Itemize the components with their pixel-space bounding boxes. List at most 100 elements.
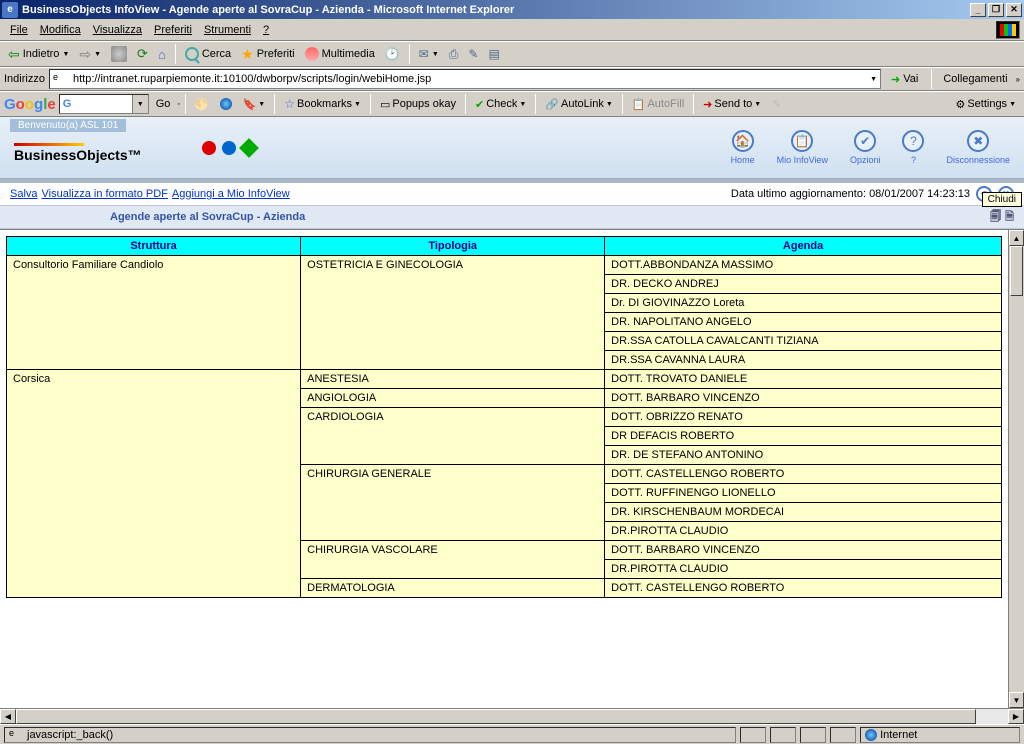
minimize-button[interactable]: _: [970, 3, 986, 17]
scroll-thumb[interactable]: [1010, 246, 1023, 296]
google-autofill-button[interactable]: 📋 AutoFill: [628, 96, 688, 113]
security-zone: Internet: [860, 727, 1020, 743]
nav-help[interactable]: ??: [902, 130, 924, 165]
action-links-row: Salva Visualizza in formato PDF Aggiungi…: [0, 183, 1024, 205]
address-dropdown[interactable]: ▼: [870, 76, 877, 83]
table-cell: Dr. DI GIOVINAZZO Loreta: [605, 294, 1002, 313]
forward-button[interactable]: ⇨ ▼: [75, 44, 105, 65]
table-row: Consultorio Familiare CandioloOSTETRICIA…: [7, 256, 1002, 275]
table-cell: OSTETRICIA E GINECOLOGIA: [301, 256, 605, 370]
toolbar-separator: [175, 44, 176, 64]
close-button[interactable]: ✕: [1006, 3, 1022, 17]
scroll-up-button[interactable]: ▲: [1009, 230, 1024, 246]
edit-button[interactable]: ✎: [464, 45, 482, 63]
mail-button[interactable]: ✉▼: [415, 45, 443, 63]
export-icon[interactable]: 🗐: [990, 208, 1001, 227]
google-check-button[interactable]: ✔ Check ▼: [471, 96, 530, 113]
link-salva[interactable]: Salva: [10, 188, 38, 200]
link-add-infoview[interactable]: Aggiungi a Mio InfoView: [172, 188, 290, 200]
google-toolbar: Google G▼ Go▫ 🌕 🔖▼ ☆Bookmarks▼ ▭ Popups …: [0, 91, 1024, 117]
column-header: Agenda: [605, 237, 1002, 256]
vertical-scrollbar[interactable]: ▲ ▼: [1008, 230, 1024, 708]
page-setup-icon[interactable]: 🗎: [1005, 208, 1014, 227]
google-bookmarks-button[interactable]: ☆Bookmarks▼: [280, 95, 365, 113]
nav-home[interactable]: 🏠Home: [731, 130, 755, 165]
google-send-button[interactable]: ➜ Send to▼: [699, 96, 765, 113]
home-button[interactable]: ⌂: [154, 45, 170, 64]
nav-disconnect[interactable]: ✖Disconnessione: [946, 130, 1010, 165]
search-button[interactable]: Cerca: [181, 45, 235, 63]
status-text: ejavascript:_back(): [4, 727, 736, 743]
businessobjects-logo: BusinessObjects™: [14, 143, 142, 163]
google-settings-button[interactable]: ⚙ Settings▼: [951, 96, 1020, 113]
address-label: Indirizzo: [4, 73, 45, 85]
history-icon: 🕑: [385, 47, 400, 61]
google-highlight-button[interactable]: ✎: [768, 96, 785, 113]
mail-icon: ✉: [419, 47, 429, 61]
google-logo[interactable]: Google: [4, 96, 56, 113]
hscroll-thumb[interactable]: [16, 709, 976, 724]
google-rss-button[interactable]: 🔖▼: [239, 96, 270, 113]
google-news-button[interactable]: 🌕: [191, 96, 213, 113]
table-cell: DOTT.ABBONDANZA MASSIMO: [605, 256, 1002, 275]
table-cell: DOTT. OBRIZZO RENATO: [605, 408, 1002, 427]
nav-mio-infoview[interactable]: 📋Mio InfoView: [777, 130, 828, 165]
menu-help[interactable]: ?: [257, 22, 275, 38]
google-go-button[interactable]: Go: [152, 96, 175, 112]
report-container: StrutturaTipologiaAgenda Consultorio Fam…: [0, 229, 1024, 708]
table-cell: DERMATOLOGIA: [301, 579, 605, 598]
welcome-label: Benvenuto(a) ASL 101: [10, 119, 126, 132]
bo-nav: 🏠Home 📋Mio InfoView ✔Opzioni ?? ✖Disconn…: [731, 130, 1024, 165]
go-button[interactable]: ➜Vai: [885, 71, 924, 88]
status-pane: [830, 727, 856, 743]
table-cell: Consultorio Familiare Candiolo: [7, 256, 301, 370]
table-cell: DOTT. BARBARO VINCENZO: [605, 541, 1002, 560]
table-cell: DR.PIROTTA CLAUDIO: [605, 522, 1002, 541]
history-button[interactable]: 🕑: [381, 45, 404, 63]
bookmark-star-icon: ☆: [284, 97, 295, 111]
scroll-right-button[interactable]: ▶: [1008, 709, 1024, 724]
stop-button[interactable]: [107, 44, 131, 64]
status-pane: [740, 727, 766, 743]
report-title-bar: Agende aperte al SovraCup - Azienda 🗐 🗎 …: [0, 205, 1024, 229]
link-pdf[interactable]: Visualizza in formato PDF: [42, 188, 168, 200]
table-cell: CHIRURGIA GENERALE: [301, 465, 605, 541]
nav-opzioni[interactable]: ✔Opzioni: [850, 130, 881, 165]
edit-icon: ✎: [468, 47, 478, 61]
google-search-select[interactable]: G▼: [59, 94, 149, 114]
scroll-down-button[interactable]: ▼: [1009, 692, 1024, 708]
print-button[interactable]: ⎙: [445, 45, 463, 64]
favorites-button[interactable]: ★Preferiti: [237, 44, 298, 65]
menu-bar: File Modifica Visualizza Preferiti Strum…: [0, 19, 1024, 41]
refresh-button[interactable]: ⟳: [133, 44, 152, 64]
table-cell: DR. DE STEFANO ANTONINO: [605, 446, 1002, 465]
horizontal-scrollbar[interactable]: ◀ ▶: [0, 708, 1024, 724]
google-globe-button[interactable]: [216, 96, 236, 112]
address-input[interactable]: [71, 72, 866, 86]
scroll-left-button[interactable]: ◀: [0, 709, 16, 724]
table-row: CorsicaANESTESIADOTT. TROVATO DANIELE: [7, 370, 1002, 389]
menu-preferiti[interactable]: Preferiti: [148, 22, 198, 38]
restore-button[interactable]: ❐: [988, 3, 1004, 17]
links-label[interactable]: Collegamenti: [939, 73, 1011, 85]
report-scroll-area[interactable]: StrutturaTipologiaAgenda Consultorio Fam…: [0, 230, 1008, 708]
address-field-wrap: e ▼: [49, 69, 881, 89]
media-button[interactable]: Multimedia: [301, 45, 379, 63]
menu-file[interactable]: File: [4, 22, 34, 38]
status-pane: [800, 727, 826, 743]
table-cell: DR. NAPOLITANO ANGELO: [605, 313, 1002, 332]
report-table: StrutturaTipologiaAgenda Consultorio Fam…: [6, 236, 1002, 598]
chiudi-tooltip: Chiudi: [982, 192, 1022, 207]
globe-icon: [220, 98, 232, 110]
address-bar: Indirizzo e ▼ ➜Vai Collegamenti»: [0, 67, 1024, 91]
google-popups-button[interactable]: ▭ Popups okay: [376, 96, 460, 113]
menu-visualizza[interactable]: Visualizza: [87, 22, 148, 38]
table-cell: ANGIOLOGIA: [301, 389, 605, 408]
menu-strumenti[interactable]: Strumenti: [198, 22, 257, 38]
refresh-icon: ⟳: [137, 46, 148, 62]
discuss-button[interactable]: ▤: [484, 45, 503, 63]
google-autolink-button[interactable]: 🔗 AutoLink ▼: [541, 96, 616, 113]
menu-modifica[interactable]: Modifica: [34, 22, 87, 38]
back-button[interactable]: ⇦Indietro ▼: [4, 44, 73, 65]
column-header: Tipologia: [301, 237, 605, 256]
